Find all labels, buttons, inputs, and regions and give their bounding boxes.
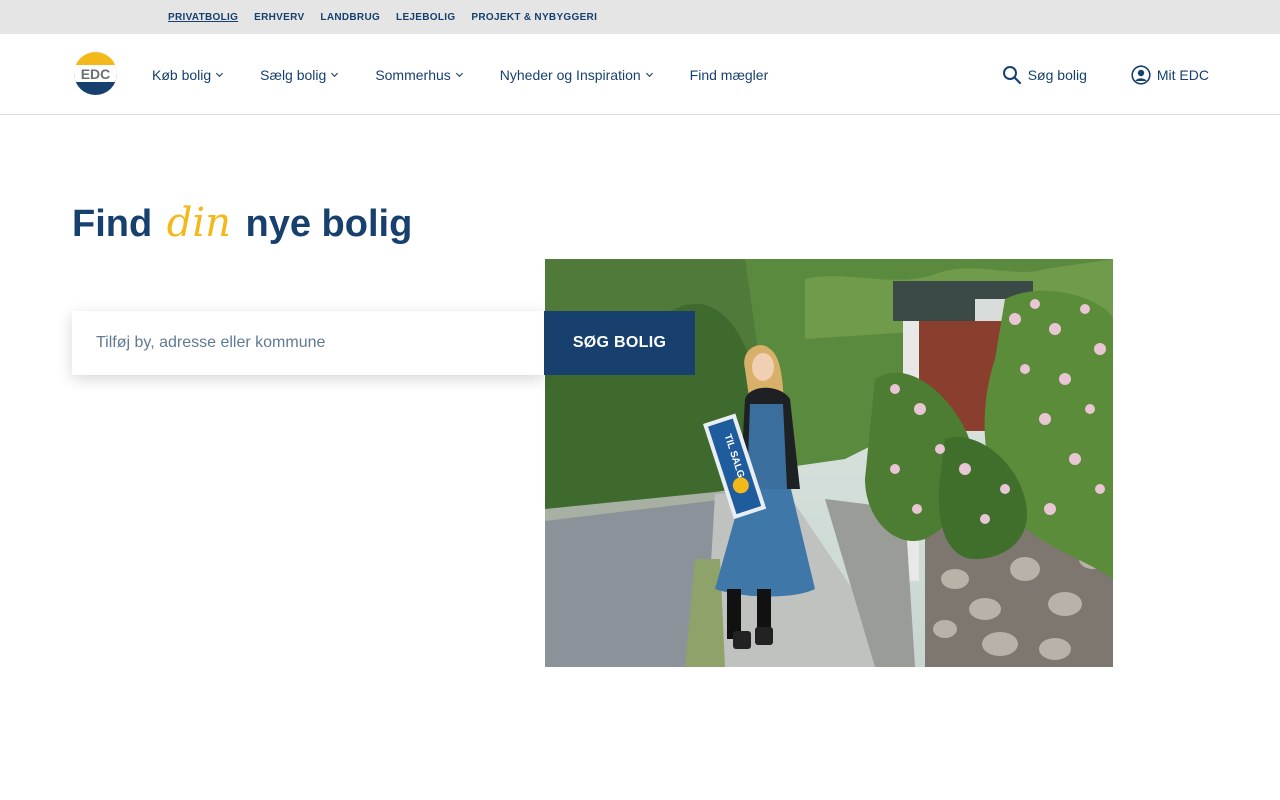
- my-account-link[interactable]: Mit EDC: [1131, 64, 1209, 85]
- my-account-label: Mit EDC: [1156, 66, 1209, 83]
- segment-link-erhverv[interactable]: ERHVERV: [254, 12, 304, 23]
- nav-item-label: Køb bolig: [152, 66, 212, 83]
- page-title: Find din nye bolig: [72, 200, 412, 246]
- chevron-down-icon: [645, 72, 653, 78]
- chevron-down-icon: [331, 72, 339, 78]
- segment-link-lejebolig[interactable]: LEJEBOLIG: [396, 12, 455, 23]
- title-before: Find: [72, 203, 153, 245]
- nav-item-saelg-bolig[interactable]: Sælg bolig: [260, 67, 339, 83]
- nav-item-nyheder-inspiration[interactable]: Nyheder og Inspiration: [500, 67, 654, 83]
- search-icon: [1002, 65, 1021, 84]
- segment-link-privatbolig[interactable]: PRIVATBOLIG: [168, 12, 238, 23]
- property-search-box: [72, 311, 545, 375]
- top-bar: PRIVATBOLIG ERHVERV LANDBRUG LEJEBOLIG P…: [0, 0, 1280, 34]
- nav-item-label: Sælg bolig: [260, 66, 327, 83]
- nav-item-sommerhus[interactable]: Sommerhus: [375, 67, 463, 83]
- svg-text:EDC: EDC: [81, 66, 111, 82]
- title-accent: din: [166, 200, 231, 246]
- nav-item-label: Nyheder og Inspiration: [499, 66, 641, 83]
- search-property-link[interactable]: Søg bolig: [1002, 65, 1087, 85]
- main-nav: Køb bolig Sælg bolig Sommerhus Nyheder o…: [152, 34, 768, 115]
- chevron-down-icon: [455, 72, 463, 78]
- nav-item-label: Sommerhus: [375, 66, 451, 83]
- property-search-input[interactable]: [72, 311, 545, 375]
- edc-logo[interactable]: EDC: [74, 52, 117, 95]
- header-actions: Søg bolig Mit EDC: [1002, 34, 1209, 115]
- nav-item-koeb-bolig[interactable]: Køb bolig: [152, 67, 224, 83]
- main-header: EDC Køb bolig Sælg bolig Sommerhus Nyhed…: [0, 34, 1280, 115]
- segment-link-projekt-nybyggeri[interactable]: PROJEKT & NYBYGGERI: [471, 12, 597, 23]
- search-property-button[interactable]: SØG BOLIG: [544, 311, 695, 375]
- title-after: nye bolig: [245, 203, 413, 245]
- segment-link-landbrug[interactable]: LANDBRUG: [320, 12, 380, 23]
- user-icon: [1131, 64, 1151, 85]
- search-property-label: Søg bolig: [1027, 66, 1087, 83]
- chevron-down-icon: [216, 72, 224, 78]
- nav-item-label: Find mægler: [689, 66, 769, 83]
- nav-item-find-maegler[interactable]: Find mægler: [690, 67, 769, 83]
- segment-nav: PRIVATBOLIG ERHVERV LANDBRUG LEJEBOLIG P…: [168, 0, 597, 34]
